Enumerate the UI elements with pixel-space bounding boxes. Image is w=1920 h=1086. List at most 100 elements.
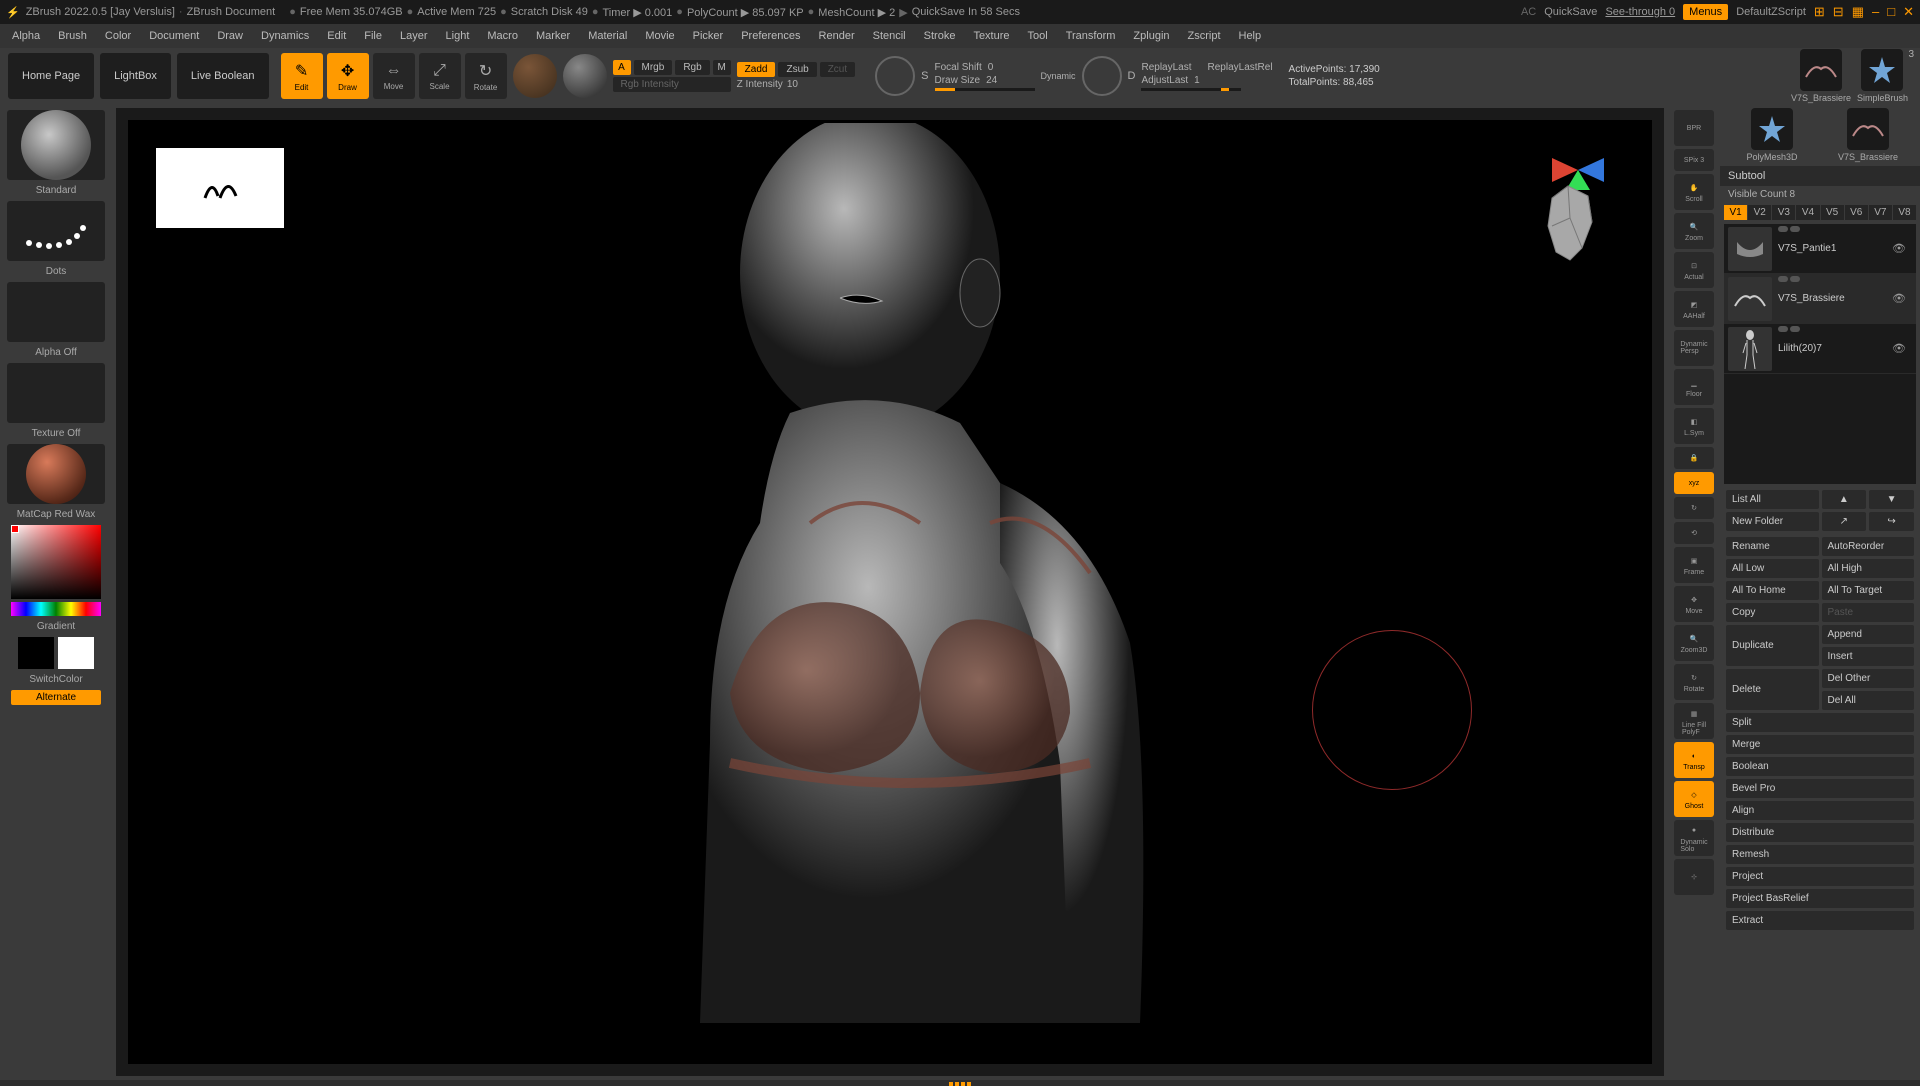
aahalf-button[interactable]: ◩AAHalf (1674, 291, 1714, 327)
camera-head-icon[interactable] (1530, 178, 1608, 274)
alternate-button[interactable]: Alternate (11, 690, 101, 705)
align-button[interactable]: Align (1726, 801, 1914, 820)
duplicate-button[interactable]: Duplicate (1726, 625, 1819, 666)
swatch-black[interactable] (18, 637, 54, 669)
lock-button[interactable]: 🔒 (1674, 447, 1714, 469)
view-v7[interactable]: V7 (1869, 205, 1892, 220)
menu-dynamics[interactable]: Dynamics (261, 30, 309, 42)
menu-light[interactable]: Light (446, 30, 470, 42)
append-button[interactable]: Append (1822, 625, 1915, 644)
menu-draw[interactable]: Draw (217, 30, 243, 42)
spix-button[interactable]: SPix 3 (1674, 149, 1714, 171)
lsym-button[interactable]: ◧L.Sym (1674, 408, 1714, 444)
paste-button[interactable]: Paste (1822, 603, 1915, 622)
actual-button[interactable]: ⊡Actual (1674, 252, 1714, 288)
reference-thumbnail[interactable] (156, 148, 284, 228)
menu-transform[interactable]: Transform (1066, 30, 1116, 42)
xpose-button[interactable]: ⊹ (1674, 859, 1714, 895)
menu-file[interactable]: File (364, 30, 382, 42)
all-to-target-button[interactable]: All To Target (1822, 581, 1915, 600)
bpr-button[interactable]: BPR (1674, 110, 1714, 146)
polymesh-tool[interactable]: PolyMesh3D (1726, 108, 1818, 162)
ghost-button[interactable]: ◇Ghost (1674, 781, 1714, 817)
menu-movie[interactable]: Movie (645, 30, 674, 42)
rename-button[interactable]: Rename (1726, 537, 1819, 556)
boolean-button[interactable]: Boolean (1726, 757, 1914, 776)
del-all-button[interactable]: Del All (1822, 691, 1915, 710)
persp-button[interactable]: DynamicPersp (1674, 330, 1714, 366)
project-button[interactable]: Project (1726, 867, 1914, 886)
menu-alpha[interactable]: Alpha (12, 30, 40, 42)
adjust-slider[interactable] (1141, 88, 1241, 91)
project-basrelief-button[interactable]: Project BasRelief (1726, 889, 1914, 908)
draw-size-value[interactable]: 24 (986, 75, 997, 86)
layout-icon[interactable]: ⊞ (1814, 4, 1825, 20)
replay-last-rel-button[interactable]: ReplayLastRel (1208, 62, 1273, 73)
arrow-out-icon[interactable]: ↗ (1822, 512, 1867, 531)
delete-button[interactable]: Delete (1726, 669, 1819, 710)
zoom-button[interactable]: 🔍Zoom (1674, 213, 1714, 249)
menu-help[interactable]: Help (1239, 30, 1262, 42)
rotate-mode-button[interactable]: ↻Rotate (465, 53, 507, 99)
zoom3d-button[interactable]: 🔍Zoom3D (1674, 625, 1714, 661)
menu-document[interactable]: Document (149, 30, 199, 42)
m-button[interactable]: M (713, 60, 731, 75)
menu-marker[interactable]: Marker (536, 30, 570, 42)
menu-stroke[interactable]: Stroke (924, 30, 956, 42)
alpha-slot[interactable] (7, 282, 105, 342)
copy-button[interactable]: Copy (1726, 603, 1819, 622)
visibility-icon[interactable]: 👁 (1892, 342, 1912, 355)
menu-brush[interactable]: Brush (58, 30, 87, 42)
bevel-pro-button[interactable]: Bevel Pro (1726, 779, 1914, 798)
texture-slot[interactable] (7, 363, 105, 423)
a-toggle[interactable]: A (613, 60, 631, 75)
subtool-row[interactable]: Lilith(20)7👁 (1724, 324, 1916, 374)
subtool-row[interactable]: V7S_Pantie1👁 (1724, 224, 1916, 274)
home-page-button[interactable]: Home Page (8, 53, 94, 99)
depth-gizmo[interactable] (1082, 56, 1122, 96)
mrgb-button[interactable]: Mrgb (634, 60, 673, 75)
rot2-button[interactable]: ⟲ (1674, 522, 1714, 544)
lightbox-button[interactable]: LightBox (100, 53, 171, 99)
stroke-slot[interactable] (7, 201, 105, 261)
switch-color-button[interactable]: SwitchColor (4, 672, 108, 687)
color-picker[interactable] (11, 525, 101, 599)
gyro-button[interactable] (513, 54, 557, 98)
menu-material[interactable]: Material (588, 30, 627, 42)
menu-zplugin[interactable]: Zplugin (1133, 30, 1169, 42)
all-to-home-button[interactable]: All To Home (1726, 581, 1819, 600)
z-intensity-value[interactable]: 10 (787, 79, 798, 90)
insert-button[interactable]: Insert (1822, 647, 1915, 666)
brassiere-tool[interactable]: V7S_Brassiere (1822, 108, 1914, 162)
polyf-button[interactable]: ▦Line FillPolyF (1674, 703, 1714, 739)
menu-tool[interactable]: Tool (1028, 30, 1048, 42)
subtool-header[interactable]: Subtool (1720, 166, 1920, 186)
tool-slot-1[interactable]: V7S_Brassiere (1791, 49, 1851, 103)
viewport[interactable] (112, 104, 1668, 1080)
remesh-button[interactable]: Remesh (1726, 845, 1914, 864)
view-v4[interactable]: V4 (1796, 205, 1819, 220)
menus-button[interactable]: Menus (1683, 4, 1728, 20)
merge-button[interactable]: Merge (1726, 735, 1914, 754)
menu-layer[interactable]: Layer (400, 30, 428, 42)
transp-button[interactable]: ◐Transp (1674, 742, 1714, 778)
view-v5[interactable]: V5 (1821, 205, 1844, 220)
menu-picker[interactable]: Picker (693, 30, 724, 42)
menu-color[interactable]: Color (105, 30, 131, 42)
live-boolean-button[interactable]: Live Boolean (177, 53, 269, 99)
view-v6[interactable]: V6 (1845, 205, 1868, 220)
all-low-button[interactable]: All Low (1726, 559, 1819, 578)
distribute-button[interactable]: Distribute (1726, 823, 1914, 842)
new-folder-button[interactable]: New Folder (1726, 512, 1819, 531)
material-slot[interactable] (7, 444, 105, 504)
menu-stencil[interactable]: Stencil (873, 30, 906, 42)
menu-preferences[interactable]: Preferences (741, 30, 800, 42)
floor-button[interactable]: ▁Floor (1674, 369, 1714, 405)
view-v1[interactable]: V1 (1724, 205, 1747, 220)
zadd-button[interactable]: Zadd (737, 62, 776, 77)
list-all-button[interactable]: List All (1726, 490, 1819, 509)
menu-zscript[interactable]: Zscript (1188, 30, 1221, 42)
visibility-icon[interactable]: 👁 (1892, 242, 1912, 255)
menu-texture[interactable]: Texture (973, 30, 1009, 42)
replay-last-button[interactable]: ReplayLast (1141, 62, 1191, 73)
